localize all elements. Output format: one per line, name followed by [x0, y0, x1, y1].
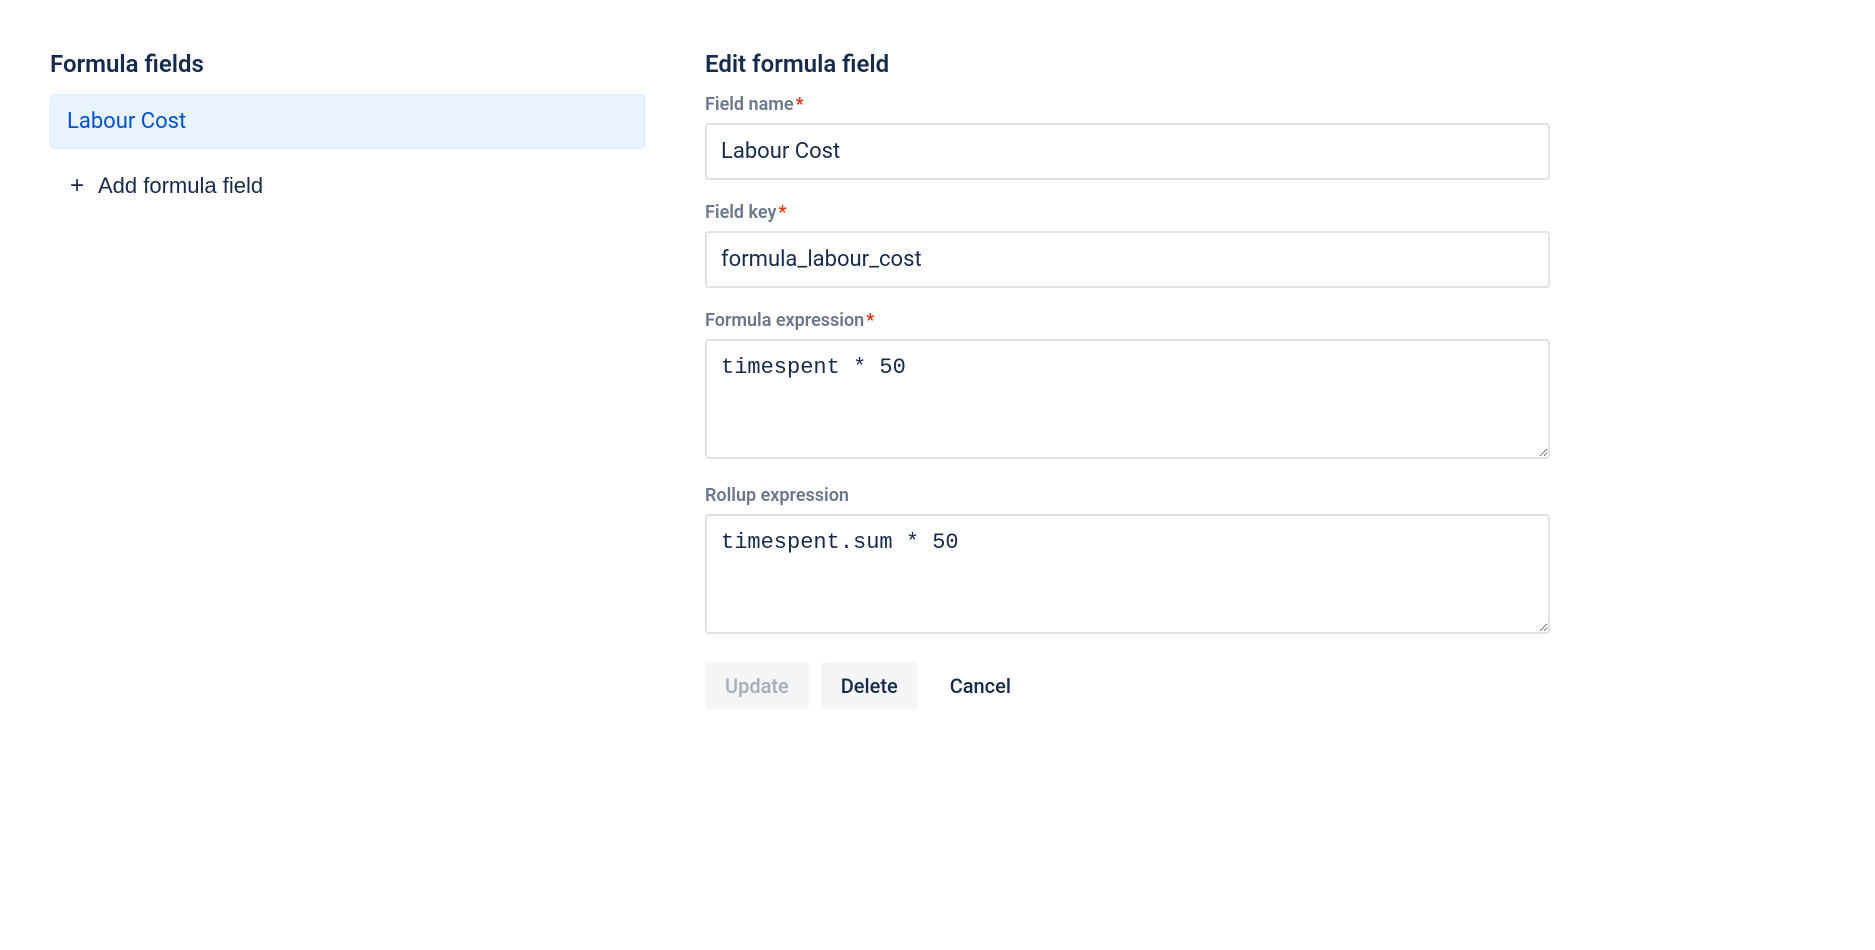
field-key-input[interactable] [705, 231, 1550, 288]
formula-expression-input[interactable] [705, 339, 1550, 459]
rollup-expression-label: Rollup expression [705, 485, 1550, 506]
formula-field-item[interactable]: Labour Cost [50, 94, 645, 149]
required-asterisk: * [796, 94, 804, 115]
field-key-group: Field key* [705, 202, 1550, 288]
add-formula-field-label: Add formula field [98, 173, 263, 199]
edit-form-title: Edit formula field [705, 50, 1550, 78]
cancel-button[interactable]: Cancel [930, 662, 1031, 710]
formula-fields-panel: Formula fields Labour Cost + Add formula… [50, 50, 645, 710]
required-asterisk: * [866, 310, 874, 331]
delete-button[interactable]: Delete [821, 662, 918, 710]
field-name-input[interactable] [705, 123, 1550, 180]
rollup-expression-input[interactable] [705, 514, 1550, 634]
formula-field-item-label: Labour Cost [67, 109, 186, 134]
form-button-row: Update Delete Cancel [705, 662, 1550, 710]
field-name-group: Field name* [705, 94, 1550, 180]
field-name-label: Field name* [705, 94, 1550, 115]
plus-icon: + [66, 174, 88, 198]
add-formula-field-button[interactable]: + Add formula field [50, 163, 279, 209]
required-asterisk: * [778, 202, 786, 223]
update-button[interactable]: Update [705, 662, 809, 710]
main-container: Formula fields Labour Cost + Add formula… [50, 50, 1550, 710]
formula-fields-title: Formula fields [50, 50, 645, 78]
edit-form-panel: Edit formula field Field name* Field key… [705, 50, 1550, 710]
formula-expression-group: Formula expression* [705, 310, 1550, 463]
rollup-expression-group: Rollup expression [705, 485, 1550, 638]
field-key-label: Field key* [705, 202, 1550, 223]
formula-expression-label: Formula expression* [705, 310, 1550, 331]
